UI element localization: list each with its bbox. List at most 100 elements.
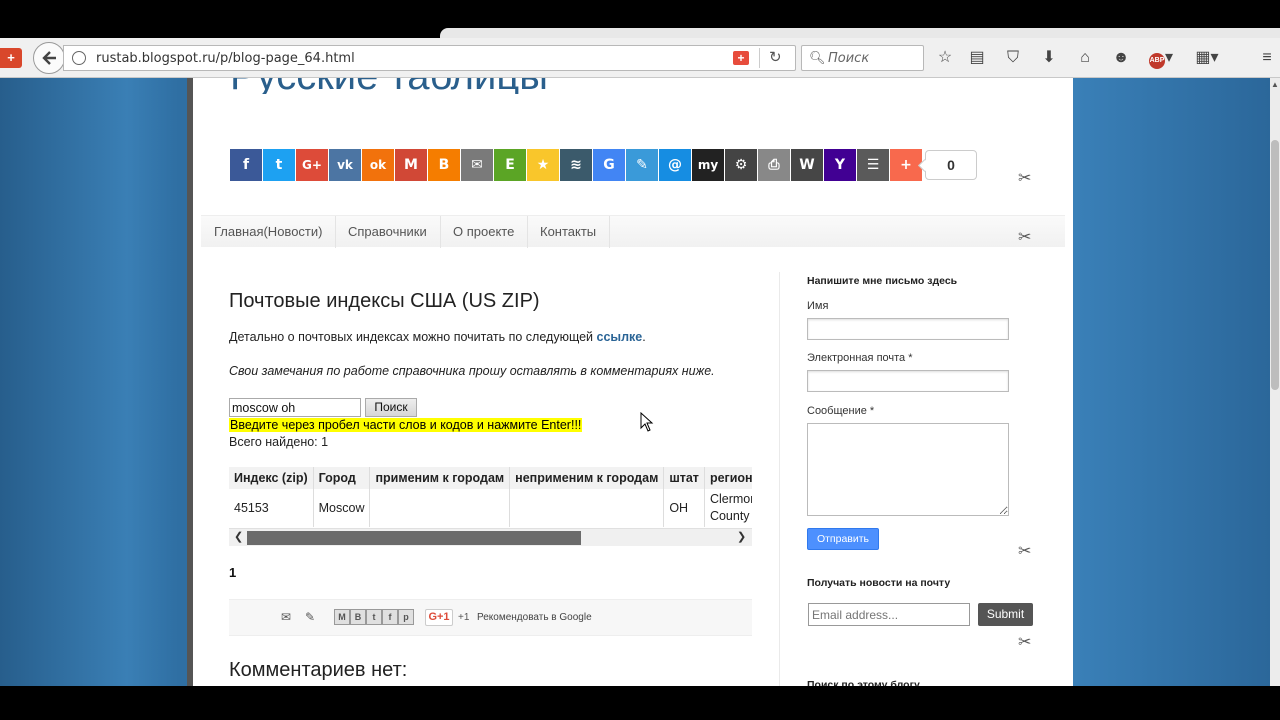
share-gmail-icon[interactable]: M [395, 149, 427, 181]
share-blogger-icon[interactable]: B [350, 609, 366, 625]
share-blogger-icon[interactable]: B [428, 149, 460, 181]
nav-item-contacts[interactable]: Контакты [527, 216, 611, 248]
share-twitter-icon[interactable]: t [366, 609, 382, 625]
share-print-icon[interactable]: ⎙ [758, 149, 790, 181]
edit-wrench-icon[interactable]: ✂ [1018, 541, 1031, 561]
nav-item-about[interactable]: О проекте [440, 216, 529, 248]
share-instapaper-icon[interactable]: ✎ [626, 149, 658, 181]
col-zip[interactable]: Индекс (zip) [229, 467, 314, 489]
blog-title[interactable]: Русские таблицы [230, 78, 730, 94]
cell-zip: 45153 [229, 489, 314, 527]
share-favorites-icon[interactable]: ★ [527, 149, 559, 181]
col-not-applicable[interactable]: неприменим к городам [509, 467, 665, 489]
page-number[interactable]: 1 [229, 565, 236, 580]
intro-end: . [642, 330, 646, 344]
browser-search-bar[interactable]: 🔍︎ Поиск [801, 45, 924, 71]
cell-state: OH [663, 489, 705, 527]
share-counter: 0 [925, 150, 977, 180]
share-google-plus-icon[interactable]: G+ [296, 149, 328, 181]
home-icon[interactable]: ⌂ [1075, 48, 1095, 68]
zip-search-input[interactable] [229, 398, 361, 417]
message-textarea[interactable] [807, 423, 1009, 516]
pocket-icon[interactable]: ⛉ [1003, 48, 1023, 68]
vertical-scroll-thumb[interactable] [1271, 140, 1279, 390]
chat-icon[interactable]: ☻ [1111, 48, 1131, 68]
subscribe-submit-button[interactable]: Submit [978, 603, 1033, 626]
col-applicable[interactable]: применим к городам [369, 467, 511, 489]
share-odnoklassniki-icon[interactable]: ok [362, 149, 394, 181]
share-buttons: f t G+ vk ok M B ✉ E ★ ≋ G ✎ @ my ⚙ ⎙ W Y ☰ + [230, 149, 922, 181]
scroll-right-arrow-icon[interactable]: ❯ [737, 530, 746, 543]
share-vkontakte-icon[interactable]: vk [329, 149, 361, 181]
cell-city: Moscow [313, 489, 371, 527]
addon-plus-icon[interactable]: + [733, 51, 749, 65]
search-icon: 🔍︎ [809, 50, 826, 65]
share-facebook-icon[interactable]: f [230, 149, 262, 181]
bookmark-star-icon[interactable]: ☆ [935, 48, 955, 68]
horizontal-scroll-thumb[interactable] [247, 531, 581, 545]
share-myworld-icon[interactable]: my [692, 149, 724, 181]
subscribe-email-input[interactable] [808, 603, 970, 626]
edit-wrench-icon[interactable]: ✂ [1018, 227, 1031, 247]
scroll-up-arrow-icon[interactable]: ▲ [1271, 80, 1279, 92]
url-bar[interactable]: rustab.blogspot.ru/p/blog-page_64.html +… [63, 45, 796, 71]
intro-link[interactable]: ссылке [597, 330, 643, 344]
download-icon[interactable]: ⬇ [1039, 48, 1059, 68]
col-city[interactable]: Город [313, 467, 371, 489]
url-separator [759, 48, 760, 68]
firefox-menu-plus-icon[interactable]: + [0, 48, 22, 68]
globe-icon [72, 51, 86, 65]
url-text: rustab.blogspot.ru/p/blog-page_64.html [96, 51, 355, 66]
post-footer: ✉ ✎ M B t f p G+1 +1 Рекомендовать в Goo… [229, 599, 752, 636]
google-plus-one-button[interactable]: G+1 [425, 609, 453, 626]
email-field[interactable] [807, 370, 1009, 392]
cell-not-applicable [509, 489, 665, 527]
zip-search-button[interactable]: Поиск [365, 398, 417, 417]
sidebar-divider [779, 272, 780, 686]
share-gmail-icon[interactable]: M [334, 609, 350, 625]
share-yahoo-icon[interactable]: Y [824, 149, 856, 181]
reading-list-icon[interactable]: ▤ [967, 48, 987, 68]
back-arrow-icon [42, 51, 56, 65]
nav-item-home[interactable]: Главная(Новости) [201, 216, 337, 248]
email-post-icon[interactable]: ✉ [281, 610, 291, 626]
share-facebook-icon[interactable]: f [382, 609, 398, 625]
share-wordpress-icon[interactable]: W [791, 149, 823, 181]
share-evernote-icon[interactable]: E [494, 149, 526, 181]
share-google-bookmarks-icon[interactable]: G [593, 149, 625, 181]
hamburger-menu-icon[interactable]: ≡ [1257, 48, 1277, 68]
nav-item-directories[interactable]: Справочники [335, 216, 441, 248]
scroll-left-arrow-icon[interactable]: ❮ [234, 530, 243, 543]
message-label: Сообщение * [807, 405, 875, 417]
edit-wrench-icon[interactable]: ✂ [1018, 168, 1031, 188]
table-header-row: Индекс (zip) Город применим к городам не… [229, 467, 752, 489]
edit-pencil-icon[interactable]: ✎ [305, 610, 315, 626]
send-button[interactable]: Отправить [807, 528, 879, 550]
name-field[interactable] [807, 318, 1009, 340]
reload-icon[interactable]: ↻ [769, 48, 782, 66]
share-readability-icon[interactable]: ☰ [857, 149, 889, 181]
note-paragraph: Свои замечания по работе справочника про… [229, 364, 715, 378]
table-horizontal-scrollbar[interactable]: ❮ ❯ [229, 528, 752, 546]
page-background-right [1073, 78, 1270, 686]
share-pinterest-icon[interactable]: p [398, 609, 414, 625]
col-region[interactable]: регион [704, 467, 752, 489]
share-twitter-icon[interactable]: t [263, 149, 295, 181]
back-button[interactable] [33, 42, 65, 74]
blog-search-title: Поиск по этому блогу [807, 679, 920, 686]
cell-region: Clermont County [704, 489, 752, 527]
mouse-cursor-icon [640, 412, 654, 432]
share-settings-icon[interactable]: ⚙ [725, 149, 757, 181]
tab-strip [440, 28, 1280, 38]
share-email-icon[interactable]: ✉ [461, 149, 493, 181]
adblock-icon[interactable]: ABP▾ [1147, 48, 1175, 69]
share-mail-ru-icon[interactable]: @ [659, 149, 691, 181]
adblock-label: ABP [1148, 53, 1165, 69]
extension-icon[interactable]: ▦▾ [1193, 48, 1221, 68]
edit-wrench-icon[interactable]: ✂ [1018, 632, 1031, 652]
blog-title-text: Русские таблицы [230, 78, 548, 94]
email-label: Электронная почта * [807, 352, 913, 364]
search-hint: Введите через пробел части слов и кодов … [229, 418, 583, 432]
col-state[interactable]: штат [663, 467, 705, 489]
share-delicious-icon[interactable]: ≋ [560, 149, 592, 181]
